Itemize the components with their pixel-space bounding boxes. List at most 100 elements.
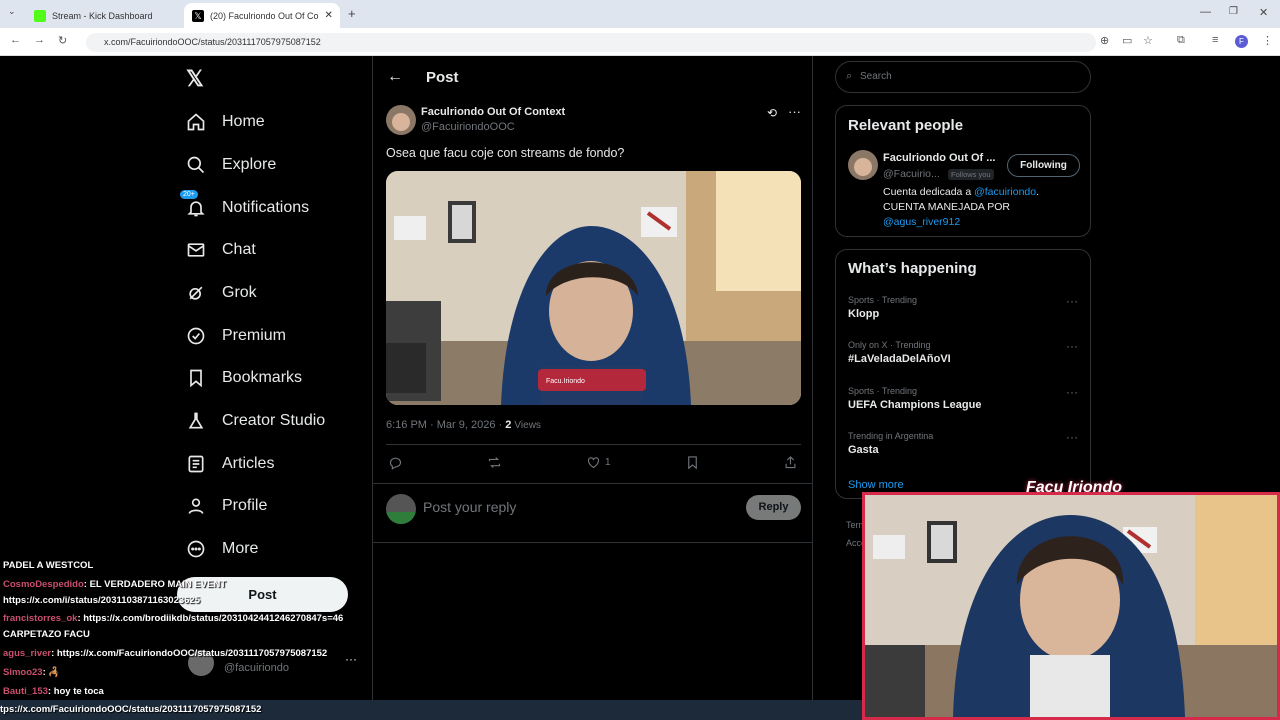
person-icon bbox=[188, 498, 204, 514]
new-tab-button[interactable]: + bbox=[348, 6, 356, 21]
sidebar-item-label: Notifications bbox=[222, 199, 310, 216]
chat-text: : 🦂 bbox=[42, 667, 61, 678]
chat-text: https://x.com/i/status/20311038711630236… bbox=[3, 595, 200, 606]
following-button[interactable]: Following bbox=[1007, 154, 1080, 177]
trend-item[interactable]: Sports · Trending UEFA Champions League bbox=[848, 386, 981, 411]
trend-item[interactable]: Only on X · Trending #LaVeladaDelAñoVI bbox=[848, 340, 951, 365]
sidebar-item-premium[interactable]: Premium bbox=[186, 326, 286, 346]
x-icon: 𝕏 bbox=[192, 9, 204, 22]
back-arrow-icon[interactable]: ← bbox=[387, 68, 403, 86]
chat-message: agus_river: https://x.com/FacuiriondoOOC… bbox=[3, 648, 327, 659]
media-icon[interactable]: ≡ bbox=[1212, 34, 1218, 46]
person-name[interactable]: Faculriondo Out Of ... bbox=[883, 152, 995, 164]
sidebar-item-profile[interactable]: Profile bbox=[186, 496, 267, 516]
chat-message: PADEL A WESTCOL bbox=[3, 560, 93, 571]
author-handle[interactable]: @FacuiriondoOOC bbox=[421, 121, 515, 133]
zoom-icon[interactable]: ⊕ bbox=[1100, 34, 1109, 47]
close-icon[interactable]: ✕ bbox=[325, 10, 333, 21]
extensions-icon[interactable]: ⧉ bbox=[1177, 34, 1185, 47]
whats-happening-card: What’s happening Sports · Trending Klopp… bbox=[835, 249, 1091, 499]
trend-meta: Sports · Trending bbox=[848, 386, 918, 396]
browser-tab-bar: Stream - Kick Dashboard 𝕏 (20) Faculrion… bbox=[0, 0, 1280, 28]
grok-action-icon[interactable]: ⟲ bbox=[767, 106, 777, 120]
chat-text: : hoy te toca bbox=[47, 686, 104, 697]
author-name[interactable]: Faculriondo Out Of Context bbox=[421, 106, 565, 118]
trend-item[interactable]: Sports · Trending Klopp bbox=[848, 295, 917, 320]
sidebar-item-articles[interactable]: Articles bbox=[186, 454, 274, 474]
kick-icon bbox=[34, 9, 46, 22]
sidebar-item-home[interactable]: Home bbox=[186, 112, 265, 132]
views-count: 2 bbox=[505, 419, 512, 431]
reply-button[interactable]: Reply bbox=[746, 495, 801, 520]
address-bar: ← → ↻ x.com/FacuiriondoOOC/status/203111… bbox=[0, 28, 1280, 56]
views-label: Views bbox=[514, 420, 541, 431]
url-field[interactable]: x.com/FacuiriondoOOC/status/203111705797… bbox=[86, 33, 1096, 52]
post-more-icon[interactable]: ··· bbox=[788, 104, 801, 119]
sidebar-item-notifications[interactable]: 20+ Notifications bbox=[180, 190, 310, 218]
sidebar-item-label: Creator Studio bbox=[222, 412, 326, 429]
trend-more-icon[interactable]: ··· bbox=[1066, 430, 1078, 444]
chat-username: agus_river bbox=[3, 648, 52, 659]
search-input[interactable]: ⌕ Search bbox=[835, 61, 1091, 93]
restore-button[interactable]: ❐ bbox=[1229, 6, 1238, 17]
tab-list-chevron-icon[interactable]: ⌄ bbox=[8, 6, 16, 17]
minimize-button[interactable]: — bbox=[1200, 6, 1211, 18]
person-avatar[interactable] bbox=[848, 150, 878, 180]
reply-action[interactable] bbox=[388, 455, 403, 470]
repost-action[interactable] bbox=[487, 455, 502, 470]
tab-x-post[interactable]: 𝕏 (20) Faculriondo Out Of Co ✕ bbox=[184, 3, 340, 28]
sidebar-item-creator-studio[interactable]: Creator Studio bbox=[186, 411, 325, 431]
post-image[interactable]: Facu.Iriondo bbox=[386, 171, 801, 405]
sidebar-item-bookmarks[interactable]: Bookmarks bbox=[186, 368, 302, 388]
chat-message: https://x.com/i/status/20311038711630236… bbox=[3, 595, 200, 606]
sidebar-item-explore[interactable]: Explore bbox=[186, 155, 276, 175]
reply-avatar bbox=[386, 494, 416, 524]
follows-you-badge: Follows you bbox=[948, 169, 994, 180]
sidebar-item-chat[interactable]: Chat bbox=[186, 240, 256, 260]
chat-message: Simoo23: 🦂 bbox=[3, 667, 60, 678]
author-avatar[interactable] bbox=[386, 105, 416, 135]
reload-icon[interactable]: ↻ bbox=[58, 34, 67, 47]
sidebar-item-grok[interactable]: Grok bbox=[186, 283, 257, 303]
trend-more-icon[interactable]: ··· bbox=[1066, 294, 1078, 308]
forward-icon[interactable]: → bbox=[34, 34, 45, 46]
trend-item[interactable]: Trending in Argentina Gasta bbox=[848, 431, 933, 456]
sidebar-item-more[interactable]: More bbox=[186, 539, 258, 559]
trend-name: Gasta bbox=[848, 444, 879, 456]
bio-mention[interactable]: @facuiriondo bbox=[974, 186, 1036, 198]
repost-icon bbox=[488, 457, 501, 468]
show-more-link[interactable]: Show more bbox=[848, 479, 904, 491]
tab-kick-dashboard[interactable]: Stream - Kick Dashboard bbox=[26, 3, 180, 28]
chat-text: : EL VERDADERO MAIN EVENT bbox=[83, 579, 227, 590]
sidebar-item-label: Bookmarks bbox=[222, 369, 303, 386]
article-icon bbox=[188, 455, 204, 473]
trend-more-icon[interactable]: ··· bbox=[1066, 385, 1078, 399]
chat-username: Simoo23 bbox=[3, 667, 43, 678]
post-text: Osea que facu coje con streams de fondo? bbox=[386, 146, 625, 160]
reply-input[interactable]: Post your reply bbox=[423, 499, 516, 515]
more-icon bbox=[187, 540, 205, 558]
bookmark-action[interactable] bbox=[685, 455, 700, 470]
menu-icon[interactable]: ⋮ bbox=[1262, 34, 1273, 47]
timestamp-text: 6:16 PM · Mar 9, 2026 · bbox=[386, 419, 503, 431]
star-icon[interactable]: ☆ bbox=[1143, 34, 1153, 47]
person-handle: @Facuirio... bbox=[883, 168, 940, 180]
like-action[interactable]: 1 bbox=[586, 455, 611, 470]
main-column: ← Post Faculriondo Out Of Context @Facui… bbox=[372, 56, 813, 720]
back-icon[interactable]: ← bbox=[10, 34, 21, 46]
x-logo-icon[interactable]: 𝕏 bbox=[186, 66, 204, 92]
post-image-scene: Facu.Iriondo bbox=[386, 171, 801, 405]
sidebar-item-label: More bbox=[222, 540, 259, 557]
close-window-button[interactable]: ✕ bbox=[1259, 6, 1268, 19]
notification-badge: 20+ bbox=[180, 190, 198, 199]
profile-avatar[interactable]: F bbox=[1235, 35, 1248, 48]
share-action[interactable] bbox=[783, 455, 798, 470]
card-title: What’s happening bbox=[848, 260, 977, 277]
tab-title: Stream - Kick Dashboard bbox=[52, 10, 153, 21]
account-more-icon[interactable]: ··· bbox=[345, 652, 357, 666]
cast-icon[interactable]: ▭ bbox=[1122, 34, 1132, 47]
trend-more-icon[interactable]: ··· bbox=[1066, 339, 1078, 353]
bio-mention[interactable]: @agus_river912 bbox=[883, 215, 1073, 230]
heart-icon bbox=[587, 457, 600, 469]
link-status-url: tps://x.com/FacuiriondoOOC/status/203111… bbox=[0, 704, 262, 715]
